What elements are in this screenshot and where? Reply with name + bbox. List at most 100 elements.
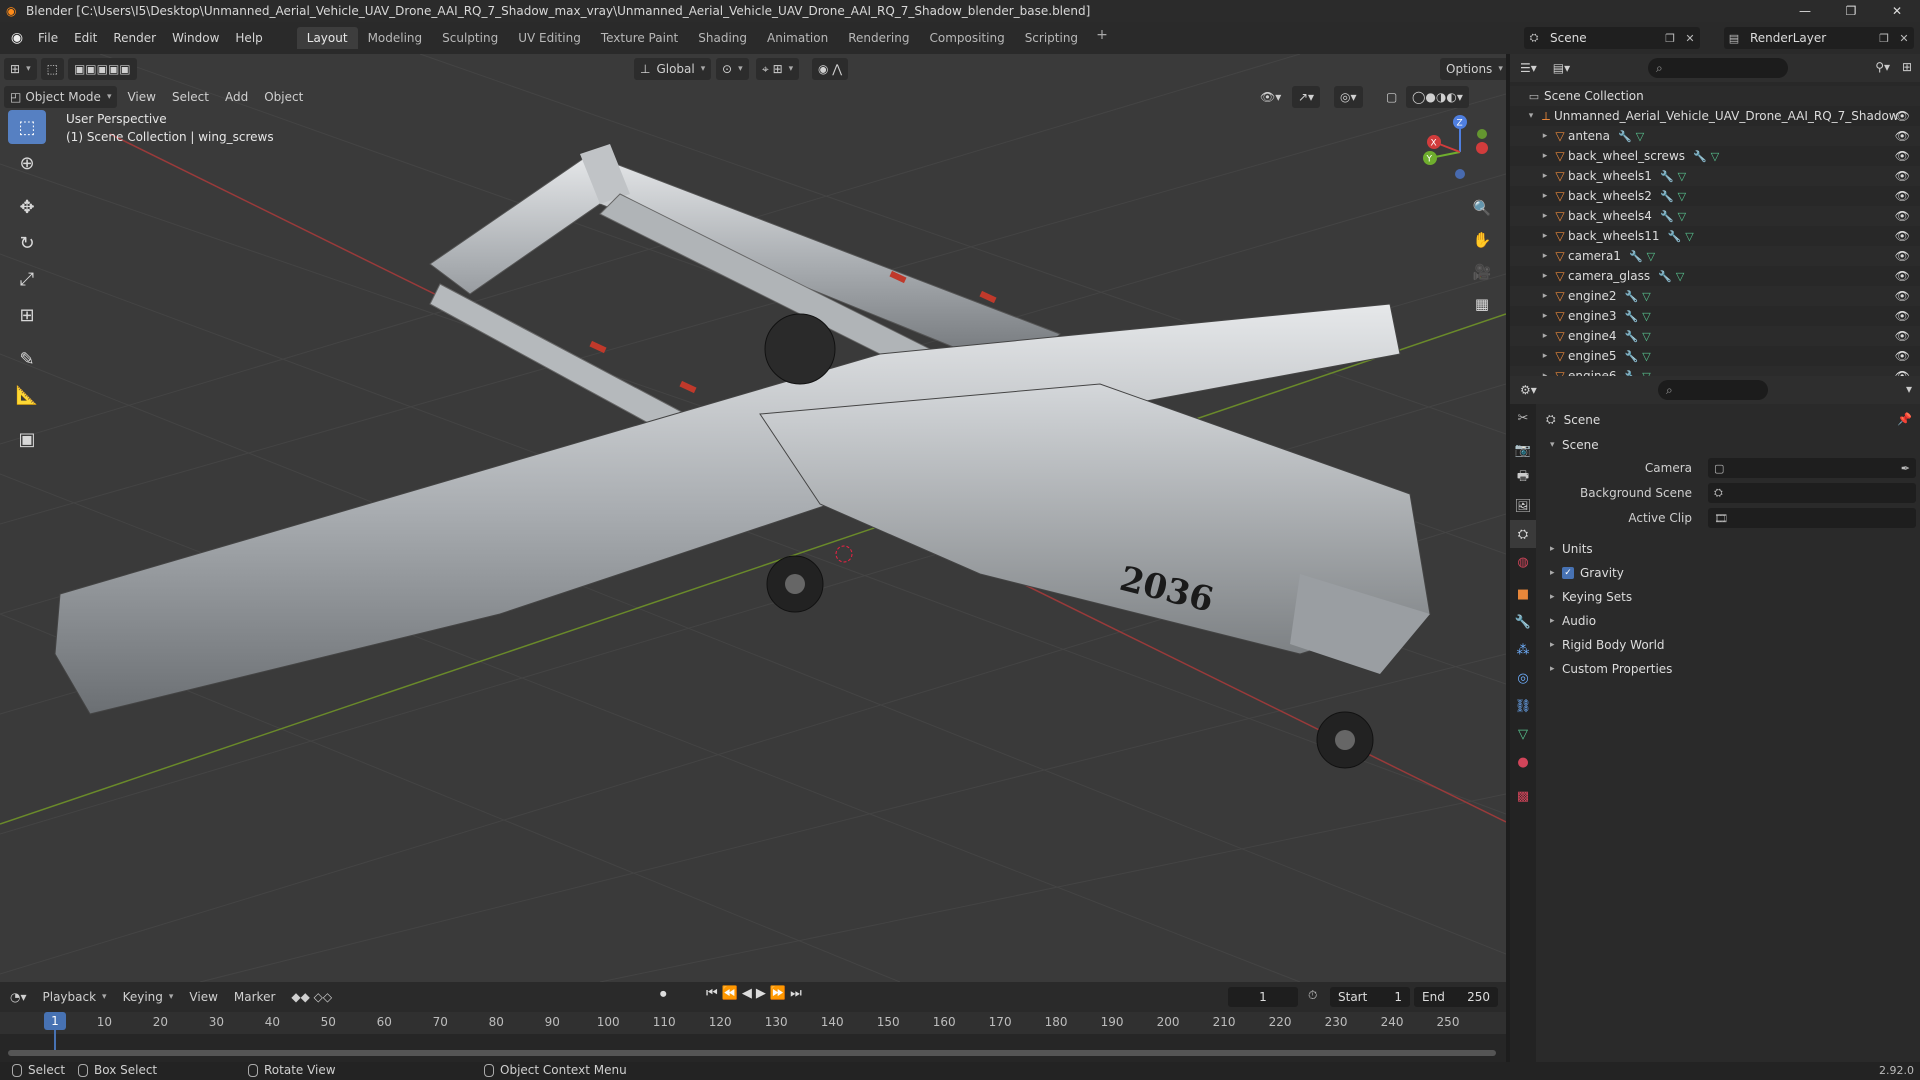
eye-icon[interactable]: 👁 bbox=[1895, 149, 1910, 163]
expand-caret-icon[interactable]: ▸ bbox=[1538, 311, 1552, 321]
zoom-icon[interactable]: 🔍 bbox=[1468, 194, 1496, 222]
expand-caret-icon[interactable]: ▸ bbox=[1538, 191, 1552, 201]
tool-tab-icon[interactable]: ✂ bbox=[1510, 404, 1536, 432]
eye-icon[interactable]: 👁 bbox=[1895, 209, 1910, 223]
expand-caret-icon[interactable]: ▸ bbox=[1538, 331, 1552, 341]
renderlayer-name[interactable]: RenderLayer bbox=[1750, 31, 1874, 45]
timeline-scrollbar[interactable] bbox=[8, 1050, 1496, 1056]
scale-icon[interactable]: ⤢ bbox=[8, 262, 46, 296]
expand-caret-icon[interactable]: ▸ bbox=[1538, 251, 1552, 261]
outliner-item[interactable]: ▸ ▽ engine2 🔧 ▽ 👁 bbox=[1510, 286, 1920, 306]
eye-icon[interactable]: 👁 bbox=[1895, 269, 1910, 283]
mesh-data-icon[interactable]: ▽ bbox=[1678, 170, 1686, 183]
stopwatch-icon[interactable]: ⏱ bbox=[1308, 988, 1317, 1003]
modifier-icon[interactable]: 🔧 bbox=[1625, 290, 1639, 303]
rigid-body-world-section[interactable]: ▸ Rigid Body World bbox=[1550, 638, 1665, 652]
scene-name[interactable]: Scene bbox=[1550, 31, 1660, 45]
tab-modeling[interactable]: Modeling bbox=[358, 27, 433, 49]
modifier-icon[interactable]: 🔧 bbox=[1629, 250, 1643, 263]
viewport-canvas[interactable]: 2036 bbox=[0, 54, 1506, 982]
modifier-icon[interactable]: 🔧 bbox=[1625, 350, 1639, 363]
eye-icon[interactable]: 👁 bbox=[1895, 249, 1910, 263]
mesh-data-icon[interactable]: ▽ bbox=[1711, 150, 1719, 163]
timeline-ruler[interactable]: 1102030405060708090100110120130140150160… bbox=[0, 1012, 1506, 1034]
cursor-icon[interactable]: ⊕ bbox=[8, 146, 46, 180]
playback-controls[interactable]: ⏮⏪◀▶⏩⏭ bbox=[706, 986, 806, 1001]
snap-toggle[interactable]: ⌖ ⊞ ▾ bbox=[756, 58, 800, 80]
unlink-icon[interactable]: ✕ bbox=[1894, 32, 1914, 45]
expand-caret-icon[interactable]: ▸ bbox=[1538, 351, 1552, 361]
mesh-data-icon[interactable]: ▽ bbox=[1642, 350, 1650, 363]
mesh-data-icon[interactable]: ▽ bbox=[1642, 290, 1650, 303]
modifier-icon[interactable]: 🔧 bbox=[1660, 170, 1674, 183]
expand-caret-icon[interactable]: ▸ bbox=[1538, 131, 1552, 141]
editor-type-button[interactable]: ⊞ ▾ bbox=[4, 58, 37, 80]
panel-options-icon[interactable]: ▾ bbox=[1906, 382, 1912, 396]
xray-toggle[interactable]: ▢ bbox=[1380, 86, 1403, 108]
camera-view-icon[interactable]: 🎥 bbox=[1468, 258, 1496, 286]
unlink-icon[interactable]: ✕ bbox=[1680, 32, 1700, 45]
expand-caret-icon[interactable]: ▸ bbox=[1538, 231, 1552, 241]
current-frame-indicator[interactable]: 1 bbox=[44, 1012, 66, 1030]
scene-tab-icon[interactable]: ⛭ bbox=[1510, 520, 1536, 548]
expand-caret-icon[interactable]: ▸ bbox=[1538, 151, 1552, 161]
close-button[interactable]: ✕ bbox=[1874, 0, 1920, 22]
properties-search-input[interactable]: ⌕ bbox=[1658, 380, 1768, 400]
mesh-data-icon[interactable]: ▽ bbox=[1642, 330, 1650, 343]
visibility-icon[interactable]: 👁▾ bbox=[1254, 86, 1287, 108]
expand-caret-icon[interactable]: ▸ bbox=[1538, 171, 1552, 181]
camera-field[interactable]: ▢ ✒ bbox=[1708, 458, 1916, 478]
view-layer-tab-icon[interactable]: 🖼 bbox=[1510, 492, 1536, 520]
tab-scripting[interactable]: Scripting bbox=[1015, 27, 1088, 49]
background-scene-field[interactable]: ⛭ bbox=[1708, 483, 1916, 503]
outliner-item[interactable]: ▸ ▽ back_wheels11 🔧 ▽ 👁 bbox=[1510, 226, 1920, 246]
outliner-item[interactable]: ▸ ▽ camera_glass 🔧 ▽ 👁 bbox=[1510, 266, 1920, 286]
eye-icon[interactable]: 👁 bbox=[1895, 309, 1910, 323]
outliner-editor-type[interactable]: ☰▾ bbox=[1514, 57, 1543, 79]
keying-sets-section[interactable]: ▸ Keying Sets bbox=[1550, 590, 1632, 604]
transform-icon[interactable]: ⊞ bbox=[8, 298, 46, 332]
add-cube-icon[interactable]: ▣ bbox=[8, 422, 46, 456]
modifier-icon[interactable]: 🔧 bbox=[1658, 270, 1672, 283]
menu-playback[interactable]: Playback ▾ bbox=[37, 986, 113, 1008]
output-tab-icon[interactable]: 🖶 bbox=[1510, 464, 1536, 492]
eye-icon[interactable]: 👁 bbox=[1895, 129, 1910, 143]
add-workspace-button[interactable]: + bbox=[1088, 27, 1116, 49]
mesh-data-icon[interactable]: ▽ bbox=[1676, 270, 1684, 283]
eye-icon[interactable]: 👁 bbox=[1895, 229, 1910, 243]
current-frame-field[interactable]: 1 bbox=[1228, 987, 1298, 1007]
units-section[interactable]: ▸ Units bbox=[1550, 542, 1593, 556]
overlay-toggle[interactable]: ◎▾ bbox=[1334, 86, 1363, 108]
gizmo-toggle[interactable]: ↗▾ bbox=[1292, 86, 1321, 108]
new-collection-icon[interactable]: ⊞ bbox=[1902, 60, 1912, 74]
audio-section[interactable]: ▸ Audio bbox=[1550, 614, 1596, 628]
timeline-editor-type[interactable]: ◔▾ bbox=[4, 986, 33, 1008]
end-frame-field[interactable]: End 250 bbox=[1414, 987, 1498, 1007]
custom-properties-section[interactable]: ▸ Custom Properties bbox=[1550, 662, 1672, 676]
options-dropdown[interactable]: Options ▾ bbox=[1440, 58, 1506, 80]
gravity-checkbox[interactable]: ✓ bbox=[1562, 567, 1574, 579]
eye-icon[interactable]: 👁 bbox=[1895, 349, 1910, 363]
modifier-icon[interactable]: 🔧 bbox=[1660, 190, 1674, 203]
outliner-item[interactable]: ▸ ▽ engine4 🔧 ▽ 👁 bbox=[1510, 326, 1920, 346]
eye-icon[interactable]: 👁 bbox=[1895, 329, 1910, 343]
renderlayer-selector[interactable]: ▤ RenderLayer ❐ ✕ bbox=[1724, 27, 1914, 49]
menu-object[interactable]: Object bbox=[258, 86, 309, 108]
mode-dropdown[interactable]: ◰ Object Mode ▾ bbox=[4, 86, 118, 108]
3d-cursor[interactable] bbox=[835, 545, 853, 563]
eyedropper-icon[interactable]: ✒ bbox=[1901, 462, 1910, 475]
pivot-dropdown[interactable]: ⊙ ▾ bbox=[716, 58, 749, 80]
outliner-item[interactable]: ▸ ▽ engine6 🔧 ▽ 👁 bbox=[1510, 366, 1920, 376]
mesh-data-icon[interactable]: ▽ bbox=[1678, 190, 1686, 203]
expand-caret-icon[interactable]: ▸ bbox=[1538, 271, 1552, 281]
menu-edit[interactable]: Edit bbox=[66, 27, 105, 49]
mesh-data-icon[interactable]: ▽ bbox=[1678, 210, 1686, 223]
eye-icon[interactable]: 👁 bbox=[1895, 109, 1910, 123]
tab-uv-editing[interactable]: UV Editing bbox=[508, 27, 591, 49]
particles-tab-icon[interactable]: ⁂ bbox=[1510, 636, 1536, 664]
expand-caret-icon[interactable]: ▸ bbox=[1538, 211, 1552, 221]
menu-window[interactable]: Window bbox=[164, 27, 227, 49]
outliner-item[interactable]: ▸ ▽ back_wheels2 🔧 ▽ 👁 bbox=[1510, 186, 1920, 206]
navigation-gizmo[interactable]: Z Y X bbox=[1420, 112, 1500, 192]
menu-timeline-view[interactable]: View bbox=[183, 986, 223, 1008]
